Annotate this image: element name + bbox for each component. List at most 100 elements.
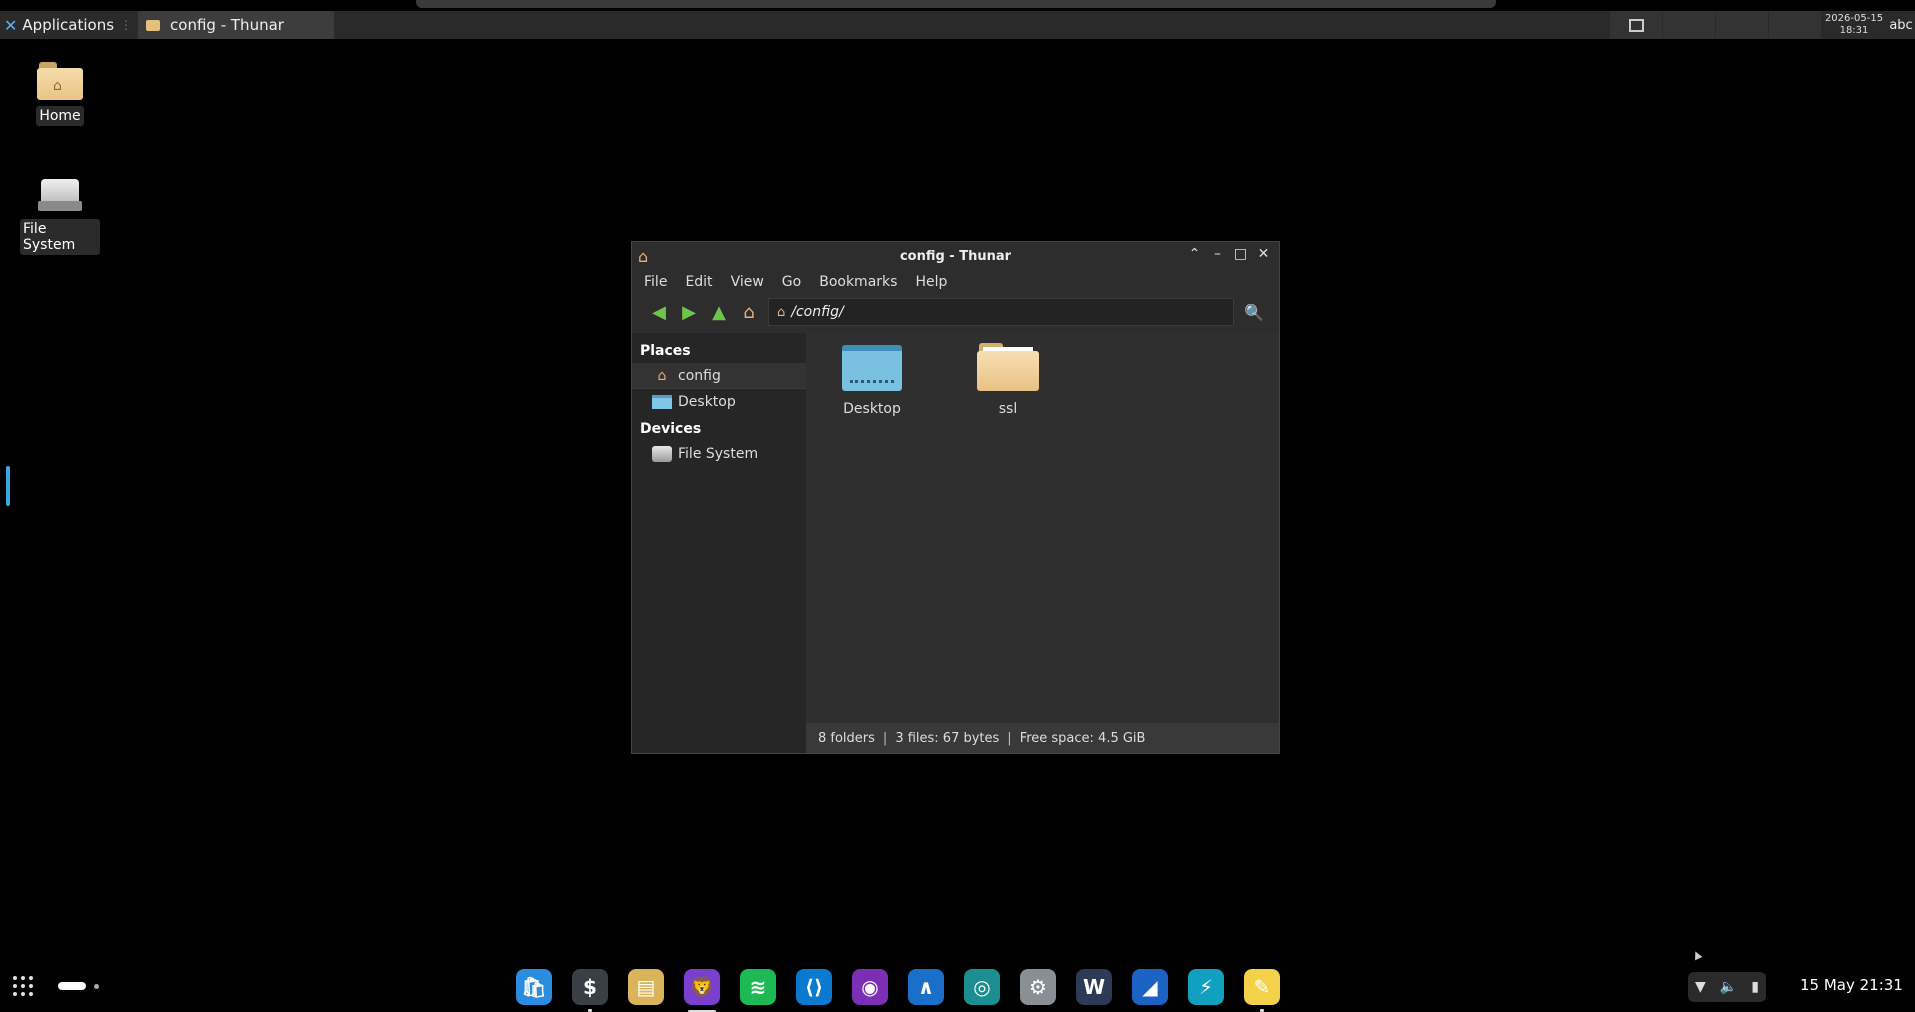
- status-separator: |: [882, 730, 888, 746]
- desktop-folder-icon: [842, 345, 902, 391]
- status-free-space: Free space: 4.5 GiB: [1019, 730, 1146, 746]
- system-tray[interactable]: ▼ 🔈 ▮: [1688, 972, 1766, 1002]
- menu-help[interactable]: Help: [915, 274, 947, 290]
- sidebar-item-desktop[interactable]: Desktop: [632, 389, 806, 415]
- search-icon[interactable]: 🔍: [1244, 303, 1264, 322]
- dock-app-arduino-icon[interactable]: ∧: [908, 969, 944, 1005]
- dock-clock[interactable]: 15 May 21:31: [1800, 976, 1903, 994]
- dock-app-settings-icon[interactable]: ⚙: [1020, 969, 1056, 1005]
- drive-icon: [652, 446, 672, 462]
- sidebar-item-label: Desktop: [678, 394, 736, 410]
- taskbar-window-title: config - Thunar: [170, 16, 284, 34]
- window-content: Places ⌂ config Desktop Devices File Sys…: [632, 333, 1279, 753]
- desktop-icon-label: Home: [36, 106, 84, 126]
- dock-app-files-icon[interactable]: ▤: [628, 969, 664, 1005]
- desktop-icon-file-system[interactable]: File System: [20, 175, 100, 255]
- dock-app-bolt-icon[interactable]: ⚡: [1188, 969, 1224, 1005]
- edge-indicator: [6, 466, 10, 506]
- home-button-icon[interactable]: ⌂: [734, 302, 764, 323]
- mouse-cursor: [1691, 949, 1703, 961]
- dock-apps: 🛍 $ ▤ 🦁 ≋ ⟨⟩ ◉ ∧ ◎ ⚙ W ◢ ⚡ ✎: [516, 969, 1300, 1012]
- app-grid-icon[interactable]: [13, 976, 33, 996]
- dock-app-wps-icon[interactable]: W: [1076, 969, 1112, 1005]
- desktop-screen: { "top_panel": { "applications_label": "…: [0, 0, 1915, 1012]
- applications-label: Applications: [22, 16, 115, 34]
- xfce-logo-icon: ✕: [4, 15, 18, 35]
- status-folders: 8 folders: [818, 730, 875, 746]
- up-arrow-icon[interactable]: ▲: [704, 302, 734, 323]
- maximize-button[interactable]: □: [1229, 246, 1252, 262]
- side-pane: Places ⌂ config Desktop Devices File Sys…: [632, 333, 806, 753]
- close-button[interactable]: ✕: [1252, 246, 1275, 262]
- minimize-button[interactable]: –: [1206, 246, 1229, 262]
- top-panel: ✕ Applications ⋮ config - Thunar 2026-05…: [0, 11, 1915, 39]
- menu-edit[interactable]: Edit: [685, 274, 712, 290]
- window-icon: [1628, 18, 1644, 32]
- menu-view[interactable]: View: [731, 274, 764, 290]
- thunar-window: ⌂ config - Thunar ⌃ – □ ✕ File Edit View…: [631, 241, 1280, 754]
- file-view[interactable]: Desktop ssl: [806, 333, 1279, 753]
- dock-app-brave-icon[interactable]: 🦁: [684, 969, 720, 1012]
- places-heading: Places: [640, 343, 691, 359]
- forward-arrow-icon[interactable]: ▶: [674, 302, 704, 323]
- sidebar-item-file-system[interactable]: File System: [632, 441, 806, 467]
- desktop-icon: [652, 394, 672, 410]
- panel-clock[interactable]: 2026-05-15 18:31: [1821, 13, 1887, 37]
- menu-file[interactable]: File: [644, 274, 667, 290]
- applications-menu-button[interactable]: ✕ Applications: [0, 11, 118, 39]
- menu-bookmarks[interactable]: Bookmarks: [819, 274, 897, 290]
- input-method-indicator[interactable]: abc: [1887, 18, 1915, 33]
- workspace-dot[interactable]: [94, 984, 99, 989]
- dock-app-wireshark-icon[interactable]: ◢: [1132, 969, 1168, 1005]
- desktop-icon-label: File System: [20, 219, 100, 255]
- location-bar[interactable]: ⌂ /config/: [768, 298, 1234, 326]
- home-icon: ⌂: [657, 367, 667, 384]
- dock-app-capture-icon[interactable]: ◎: [964, 969, 1000, 1005]
- drive-icon: [38, 175, 82, 213]
- wifi-icon[interactable]: ▼: [1695, 979, 1706, 995]
- status-bar: 8 folders | 3 files: 67 bytes | Free spa…: [806, 723, 1279, 753]
- status-files: 3 files: 67 bytes: [895, 730, 1000, 746]
- taskbar-window-button[interactable]: config - Thunar: [138, 11, 335, 39]
- dock-app-vscode-icon[interactable]: ⟨⟩: [796, 969, 832, 1005]
- window-titlebar[interactable]: ⌂ config - Thunar ⌃ – □ ✕: [632, 242, 1279, 270]
- home-icon: ⌂: [638, 247, 649, 266]
- dock-app-spotify-icon[interactable]: ≋: [740, 969, 776, 1005]
- menu-bar: File Edit View Go Bookmarks Help: [632, 270, 1279, 294]
- file-item-label: Desktop: [843, 401, 901, 417]
- show-desktop-button[interactable]: [1610, 11, 1662, 39]
- menu-go[interactable]: Go: [782, 274, 801, 290]
- sidebar-item-config[interactable]: ⌂ config: [632, 363, 806, 389]
- window-title: config - Thunar: [899, 248, 1012, 264]
- back-arrow-icon[interactable]: ◀: [644, 302, 674, 323]
- workspace-3[interactable]: [1769, 11, 1821, 39]
- sidebar-item-label: File System: [678, 446, 759, 462]
- clock-time: 18:31: [1839, 25, 1869, 36]
- workspace-2[interactable]: [1716, 11, 1768, 39]
- location-path: /config/: [791, 304, 844, 320]
- volume-icon[interactable]: 🔈: [1720, 979, 1737, 995]
- bottom-dock: 🛍 $ ▤ 🦁 ≋ ⟨⟩ ◉ ∧ ◎ ⚙ W ◢ ⚡ ✎ ▼ 🔈 ▮ 15 May 21:31: [0, 962, 1915, 1012]
- home-folder-icon: ⌂: [37, 62, 83, 100]
- home-icon: ⌂: [777, 304, 786, 320]
- file-item-desktop[interactable]: Desktop: [827, 345, 917, 417]
- battery-icon[interactable]: ▮: [1751, 979, 1759, 995]
- shade-button[interactable]: ⌃: [1183, 246, 1206, 262]
- window-controls: ⌃ – □ ✕: [1183, 246, 1275, 262]
- folder-icon: [977, 343, 1039, 391]
- panel-separator: ⋮: [120, 18, 133, 32]
- desktop-icon-home[interactable]: ⌂ Home: [20, 62, 100, 126]
- workspace-1[interactable]: [1663, 11, 1715, 39]
- dock-app-terminal-icon[interactable]: $: [572, 969, 608, 1012]
- dock-app-store-icon[interactable]: 🛍: [516, 969, 552, 1005]
- dock-app-editor-icon[interactable]: ✎: [1244, 969, 1280, 1012]
- devices-heading: Devices: [640, 421, 702, 437]
- sidebar-item-label: config: [678, 367, 721, 384]
- panel-right-area: 2026-05-15 18:31 abc: [1609, 11, 1915, 39]
- workspace-pill-active[interactable]: [58, 982, 86, 990]
- file-item-ssl[interactable]: ssl: [963, 343, 1053, 417]
- dock-app-tor-icon[interactable]: ◉: [852, 969, 888, 1005]
- file-item-label: ssl: [998, 401, 1018, 417]
- clock-date: 2026-05-15: [1824, 13, 1884, 24]
- toolbar: ◀ ▶ ▲ ⌂ ⌂ /config/ 🔍: [632, 294, 1279, 330]
